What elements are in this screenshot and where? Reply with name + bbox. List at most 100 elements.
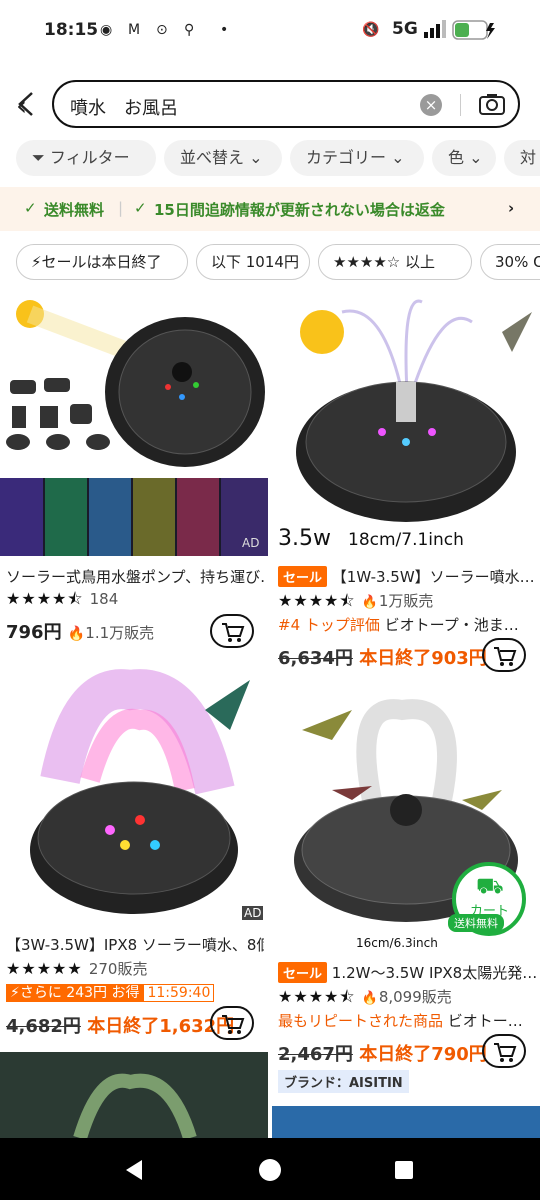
product-title: 1.2W〜3.5W IPX8太陽光発… [331,964,536,982]
line-icon: ◉ [100,22,113,38]
back-nav-icon[interactable] [122,1158,146,1182]
category-chip[interactable]: カテゴリー ⌄ [290,140,424,176]
review-count: 184 [89,590,119,608]
product-image[interactable]: 3.5w 18cm/7.1inch [272,292,540,556]
rank-label: #4 トップ評価 [278,616,380,634]
sale-ending-chip[interactable]: ⚡セールは本日終了 [16,244,188,280]
product-title: ソーラー式鳥用水盤ポンプ、持ち運び… [6,568,264,586]
rating-chip[interactable]: ★★★★☆ 以上 [318,244,472,280]
fountain-pump-image [0,300,268,556]
fountain-image [30,669,250,914]
back-icon[interactable] [14,90,38,118]
add-to-cart-button[interactable] [482,638,526,672]
original-price: 4,682円 [6,1016,81,1037]
price-label: 以下 1014円 [211,253,299,271]
free-shipping-badge: 送料無料 [448,914,504,932]
rating-stars: ★★★★⯪ [278,591,356,610]
filter-icon: ⏷ [32,148,50,167]
clear-icon[interactable]: × [420,94,442,116]
image-caption: 3.5w [278,526,331,551]
original-price: 6,634円 [278,648,353,669]
home-icon[interactable] [258,1158,282,1182]
filter-label: フィルター [49,148,130,167]
price-chip[interactable]: 以下 1014円 [196,244,310,280]
recents-icon[interactable] [392,1158,416,1182]
discount-chip[interactable]: 30% Of [480,244,540,280]
camera-icon[interactable] [478,92,506,116]
chevron-down-icon: ⌄ [386,148,405,167]
image-caption: 16cm/6.3inch [356,936,438,950]
rating-label: 以上 [405,253,436,271]
product-title: 【3W-3.5W】IPX8 ソーラー噴水、8個… [6,936,264,954]
chevron-down-icon: ⌄ [244,148,263,167]
discount-label: 30% Of [495,253,540,271]
battery-icon [452,20,495,40]
cart-icon [494,647,517,666]
app-icon: ⊙ [156,22,168,38]
ad-badge: AD [242,536,260,550]
highlight-label: 最もリピートされた商品 [278,1012,444,1030]
product-image-partial[interactable] [0,1052,268,1141]
cart-icon [494,1043,517,1062]
target-label: 対 [520,148,537,167]
filter-chip[interactable]: ⏷ フィルター [16,140,156,176]
add-to-cart-button[interactable] [210,1006,254,1040]
color-chip[interactable]: 色 ⌄ [432,140,496,176]
product-title: 【1W-3.5W】ソーラー噴水… [331,568,535,586]
product-image[interactable]: AD [0,660,268,926]
promo-row: ⚡さらに 243円 お得 11:59:40 [6,982,215,1002]
dot-icon: • [220,22,229,38]
promo-text: さらに 243円 お得 [19,985,140,1001]
brand-tag: ブランド：AISITIN [278,1070,409,1093]
category-label: カテゴリー [306,148,387,167]
highlight-category: ビオトー… [447,1012,523,1030]
flame-icon: 🔥 [67,626,86,642]
search-query[interactable]: 噴水 お風呂 [70,94,178,120]
check-icon: ✓ [24,199,37,217]
chevron-down-icon: ⌄ [464,148,483,167]
chevron-right-icon: › [508,199,515,217]
cart-icon [222,1015,245,1034]
add-to-cart-button[interactable] [482,1034,526,1068]
original-price: 2,467円 [278,1044,353,1065]
sale-badge: セール [278,962,328,983]
sold-count: 1万販売 [378,592,434,610]
product-card[interactable]: AD ソーラー式鳥用水盤ポンプ、持ち運び… ★★★★⯪ 184 796円 🔥1.… [0,292,268,650]
network-label: 5G [392,19,418,39]
signal-icon [424,20,446,38]
flame-icon: 🔥 [361,991,379,1006]
shipping-banner[interactable]: ✓ 送料無料 | ✓ 15日間追跡情報が更新されない場合は返金 › [0,187,540,231]
cart-icon [222,623,245,642]
sold-count: 8,099販売 [378,988,452,1006]
fountain-image [296,299,532,522]
product-card[interactable]: 3.5w 18cm/7.1inch セール 【1W-3.5W】ソーラー噴水… ★… [272,292,540,682]
countdown-timer: 11:59:40 [143,984,215,1002]
gmail-icon: M [128,22,141,38]
lightning-icon: ⚡ [10,985,20,1001]
fountain-image [0,1052,268,1141]
product-card[interactable]: 16cm/6.3inch ⛟ カート 送料無料 セール 1.2W〜3.5W IP… [272,690,540,1094]
target-chip[interactable]: 対 [504,140,540,176]
sale-badge: セール [278,566,328,587]
product-image[interactable]: 16cm/6.3inch ⛟ カート 送料無料 [272,690,540,954]
product-card[interactable]: AD 【3W-3.5W】IPX8 ソーラー噴水、8個… ★★★★★ 270販売 … [0,660,268,1048]
search-box[interactable]: 噴水 お風呂 × [52,80,520,128]
sale-ending-label: セールは本日終了 [41,253,162,271]
image-caption: 18cm/7.1inch [348,530,464,550]
add-to-cart-button[interactable] [210,614,254,648]
system-nav-bar [0,1138,540,1200]
mute-icon: 🔇 [362,22,380,38]
rank-category: ビオトープ・池ま… [384,616,519,634]
divider [460,94,461,116]
promo-badge: ⚡さらに 243円 お得 [6,984,144,1002]
product-image-partial[interactable] [272,1106,540,1138]
sort-chip[interactable]: 並べ替え ⌄ [164,140,282,176]
sort-label: 並べ替え [180,148,245,167]
product-price: 790円 [431,1044,487,1065]
sold-count: 270販売 [88,960,148,978]
sold-count: 1.1万販売 [85,624,155,642]
rating-stars: ★★★★⯪ [6,589,84,608]
product-image[interactable]: AD [0,292,268,556]
lightning-icon: ⚡ [31,253,42,271]
product-price: 903円 [431,648,487,669]
